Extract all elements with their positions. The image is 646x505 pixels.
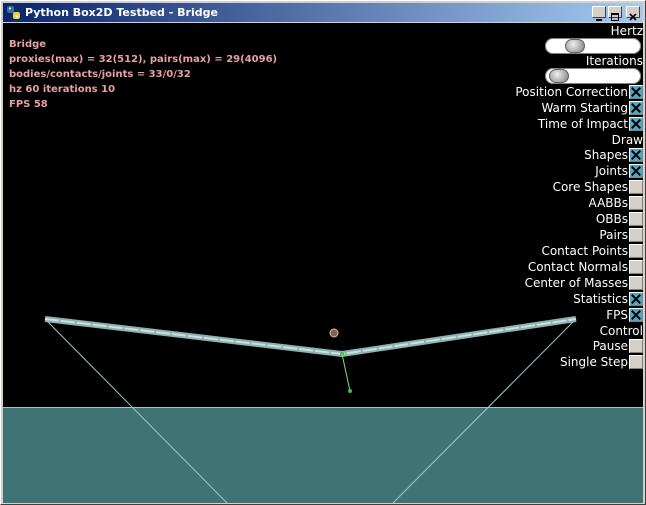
draw-section-label: Draw [611,133,643,147]
option-label: Single Step [559,355,628,369]
maximize-icon [611,13,619,21]
option-label: Pairs [599,228,628,242]
checkbox[interactable] [629,101,643,115]
draw-shapes[interactable]: Shapes [584,147,643,163]
option-label: Position Correction [515,85,628,99]
checkbox[interactable] [629,180,643,194]
right-anchor-line [392,318,577,503]
option-label: Shapes [584,148,628,162]
minimize-icon [596,19,602,21]
checkbox[interactable] [629,212,643,226]
option-label: Contact Points [541,244,628,258]
iterations-slider-knob[interactable] [549,69,569,83]
app-window: Python Box2D Testbed - Bridge Bridge pro… [0,0,646,505]
checkbox[interactable] [629,196,643,210]
hertz-slider[interactable] [545,38,641,54]
option-label: OBBs [595,212,628,226]
checkbox[interactable] [629,244,643,258]
draw-aabbs[interactable]: AABBs [589,195,643,211]
checkbox[interactable] [629,148,643,162]
option-label: Statistics [573,292,628,306]
iterations-label: Iterations [585,54,643,68]
hz-stat: hz 60 iterations 10 [9,84,116,95]
option-time-of-impact[interactable]: Time of Impact [538,116,643,132]
simulation-canvas[interactable]: Bridge proxies(max) = 32(512), pairs(max… [3,23,643,503]
maximize-button[interactable] [608,6,622,21]
draw-contact-normals[interactable]: Contact Normals [528,259,643,275]
checkbox[interactable] [629,117,643,131]
option-label: Contact Normals [527,260,628,274]
iterations-slider[interactable] [545,68,641,84]
draw-contact-points[interactable]: Contact Points [541,243,643,259]
checkbox[interactable] [629,164,643,178]
fps-stat: FPS 58 [9,99,48,110]
option-position-correction[interactable]: Position Correction [515,84,643,100]
minimize-button[interactable] [592,6,606,21]
close-icon [629,13,637,21]
checkbox[interactable] [629,292,643,306]
mouse-joint-line [341,353,351,392]
draw-fps[interactable]: FPS [606,307,643,323]
draw-center-of-masses[interactable]: Center of Masses [525,275,643,291]
option-label: Warm Starting [541,101,628,115]
bodies-stat: bodies/contacts/joints = 33/0/32 [9,69,191,80]
bridge-planks [44,316,577,357]
option-label: AABBs [588,196,628,210]
control-single-step[interactable]: Single Step [560,354,643,370]
draw-statistics[interactable]: Statistics [573,291,643,307]
draw-core-shapes[interactable]: Core Shapes [553,179,643,195]
window-title: Python Box2D Testbed - Bridge [25,6,218,19]
checkbox[interactable] [629,308,643,322]
close-button[interactable] [626,6,640,21]
proxies-stat: proxies(max) = 32(512), pairs(max) = 29(… [9,54,278,65]
option-label: FPS [606,308,628,322]
option-label: Pause [592,339,628,353]
control-section-label: Control [599,324,643,338]
checkbox[interactable] [629,228,643,242]
checkbox[interactable] [629,355,643,369]
left-anchor-line [44,318,228,503]
test-name: Bridge [9,39,47,50]
stats-overlay: Bridge proxies(max) = 32(512), pairs(max… [9,37,277,112]
ball-body [329,328,339,338]
option-warm-starting[interactable]: Warm Starting [541,100,643,116]
option-label: Core Shapes [552,180,628,194]
hertz-slider-knob[interactable] [565,39,585,53]
draw-pairs[interactable]: Pairs [599,227,643,243]
checkbox[interactable] [629,85,643,99]
option-label: Center of Masses [524,276,628,290]
option-label: Joints [595,164,628,178]
hertz-label: Hertz [610,24,643,38]
title-bar[interactable]: Python Box2D Testbed - Bridge [3,3,643,22]
option-label: Time of Impact [537,117,628,131]
control-pause[interactable]: Pause [593,338,643,354]
checkbox[interactable] [629,339,643,353]
python-icon [7,6,20,19]
checkbox[interactable] [629,276,643,290]
checkbox[interactable] [629,260,643,274]
mouse-target-point [348,389,352,393]
draw-obbs[interactable]: OBBs [596,211,643,227]
draw-joints[interactable]: Joints [595,163,643,179]
